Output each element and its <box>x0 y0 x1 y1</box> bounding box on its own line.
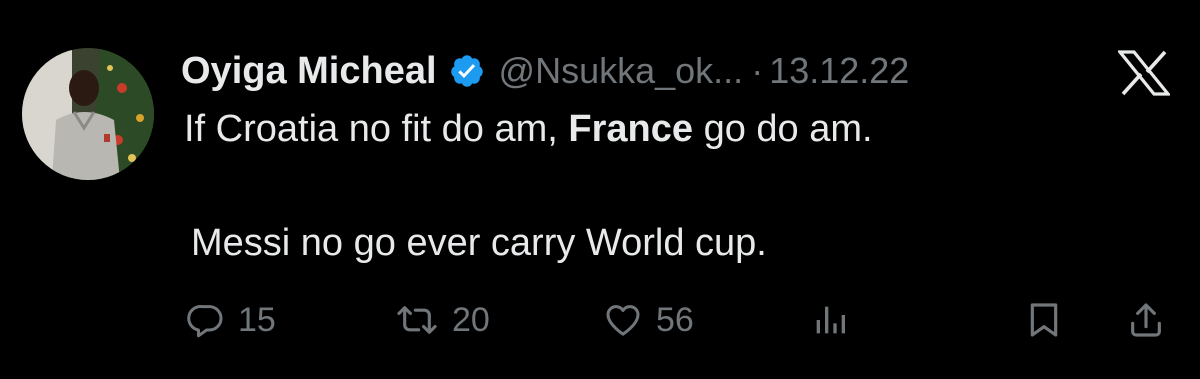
bookmark-button[interactable] <box>1024 290 1064 350</box>
views-button[interactable] <box>810 290 850 350</box>
action-bar: 15 20 56 <box>0 290 1200 350</box>
tweet-text-segment: If Croatia no fit do am, <box>184 108 569 150</box>
avatar[interactable] <box>22 48 154 180</box>
bookmark-icon <box>1024 300 1064 340</box>
like-count: 56 <box>656 300 694 339</box>
tweet-text-bold: France <box>568 108 694 150</box>
reply-count: 15 <box>238 300 276 339</box>
retweet-count: 20 <box>452 300 490 339</box>
like-button[interactable]: 56 <box>602 290 694 350</box>
share-icon <box>1126 300 1166 340</box>
x-logo-icon <box>1116 50 1172 96</box>
user-handle[interactable]: @Nsukka_ok... <box>499 50 744 92</box>
reply-button[interactable]: 15 <box>186 290 276 350</box>
retweet-icon <box>394 300 440 340</box>
tweet-card: Oyiga Micheal @Nsukka_ok... · 13.12.22 I… <box>0 0 1200 379</box>
analytics-icon <box>810 300 850 340</box>
tweet-date[interactable]: 13.12.22 <box>769 50 909 92</box>
tweet-text-segment: go do am. <box>693 108 873 150</box>
tweet-text-line-1: If Croatia no fit do am, France go do am… <box>184 108 873 151</box>
tweet-text-line-2: Messi no go ever carry World cup. <box>191 222 767 264</box>
retweet-button[interactable]: 20 <box>394 290 490 350</box>
separator-dot: · <box>751 50 764 91</box>
tweet-header: Oyiga Micheal @Nsukka_ok... · 13.12.22 <box>181 44 909 98</box>
heart-icon <box>602 300 644 340</box>
display-name[interactable]: Oyiga Micheal <box>181 50 437 93</box>
reply-icon <box>186 300 226 340</box>
verified-badge-icon <box>449 53 485 89</box>
share-button[interactable] <box>1126 290 1166 350</box>
